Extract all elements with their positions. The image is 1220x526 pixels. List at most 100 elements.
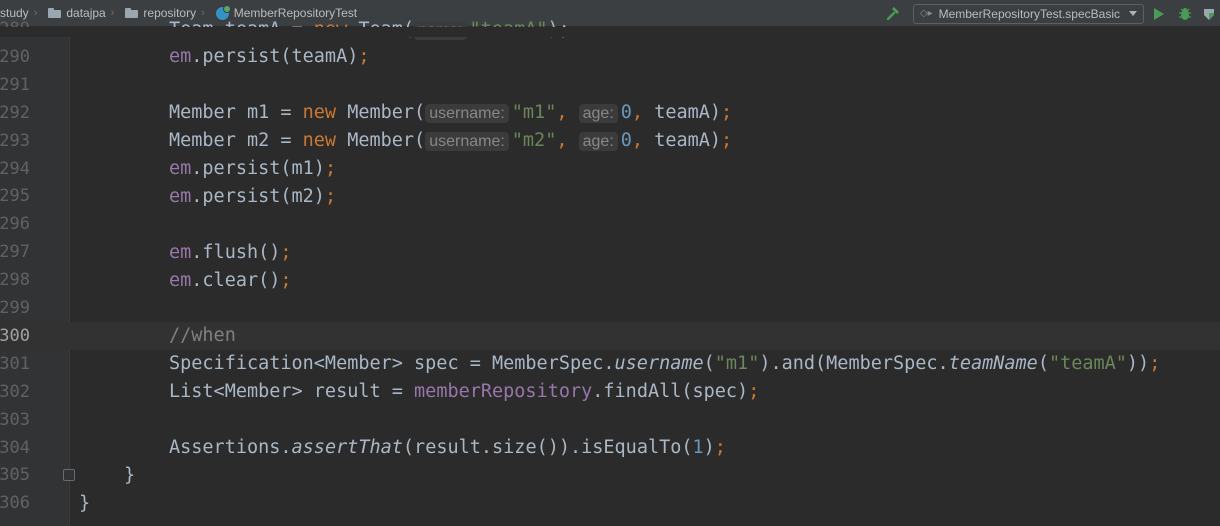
code-token: ; [748,381,760,403]
code-token: 1 [692,437,704,458]
fold-marker-icon[interactable] [63,469,75,482]
code-line[interactable]: 300 //when [0,321,1220,350]
code-token: ; [280,269,292,291]
code-token: } [124,464,136,486]
code-text: Member m2 = new Member(username: "m2", ag… [169,130,732,152]
code-text: Member m1 = new Member(username: "m1", ag… [169,102,733,124]
code-line[interactable]: 294 em.persist(m1); [0,155,1220,183]
code-line[interactable]: 298 em.clear(); [0,266,1220,294]
code-line[interactable]: 291 [0,71,1220,99]
code-line[interactable]: 299 [0,294,1220,322]
line-number: 295 [0,186,30,207]
code-token: memberRepository [414,381,593,403]
code-token: List<Member> result = [169,381,415,403]
code-line[interactable]: 292 Member m1 = new Member(username: "m1",… [0,99,1220,127]
code-token: teamA) [654,102,722,124]
parameter-hint: username: [425,132,509,152]
code-line[interactable]: 293 Member m2 = new Member(username: "m2",… [0,127,1220,155]
code-text: em.persist(m1); [169,158,336,179]
line-number: 298 [0,270,30,291]
code-token: em [169,241,192,263]
code-token: em [169,185,192,207]
code-token: , [556,102,579,124]
code-token: ; [714,437,726,458]
code-token: .persist(m2) [191,185,325,207]
code-line[interactable]: 302 List<Member> result = memberRepositor… [0,378,1220,406]
code-token: "m1" [511,102,557,124]
code-line[interactable]: 296 [0,210,1220,238]
code-token: , [631,130,655,152]
code-token: , [631,102,655,124]
code-line[interactable]: 304 Assertions.assertThat(result.size()).… [0,434,1220,462]
code-text: em.persist(teamA); [169,46,370,67]
line-number: 291 [0,74,30,95]
code-token: Assertions. [169,437,292,458]
code-line[interactable]: 290 em.persist(teamA); [0,43,1220,71]
code-line[interactable]: 301 Specification<Member> spec = MemberSp… [0,350,1220,378]
code-text: Assertions.assertThat(result.size()).isE… [169,437,726,458]
code-token: } [79,492,91,514]
line-number: 292 [0,102,30,123]
code-token: ( [1037,353,1049,375]
code-text: em.persist(m2); [169,186,336,207]
line-number: 306 [0,493,30,514]
line-number: 302 [0,381,30,402]
code-token: ).and(MemberSpec. [759,353,949,375]
parameter-hint: age: [578,104,618,124]
code-token: , [556,130,579,152]
code-line[interactable]: 303 [0,406,1220,434]
line-number: 299 [0,298,30,318]
line-number: 293 [0,130,30,151]
code-token: 0 [620,102,632,124]
code-text: Specification<Member> spec = MemberSpec.… [169,353,1160,374]
code-token: Member m1 = [169,102,303,124]
code-token: Member m2 = [169,130,303,152]
code-line[interactable]: 305} [0,461,1220,489]
code-token: 0 [620,130,632,152]
code-token: teamA) [654,130,722,152]
code-token: .clear() [191,269,281,291]
line-number: 303 [0,409,30,430]
code-token: teamName [948,353,1038,375]
line-number: 290 [0,46,30,67]
line-number: 296 [0,214,30,235]
code-token: .flush() [191,241,281,263]
code-token: )) [1126,353,1150,375]
line-number: 301 [0,353,30,374]
code-token: new [302,130,348,152]
code-token: //when [169,325,236,347]
code-line[interactable]: 295 em.persist(m2); [0,182,1220,210]
code-token: em [169,46,192,68]
code-token: "m1" [714,353,760,375]
code-token: em [169,158,192,179]
code-text: //when [169,325,236,346]
code-token: (result.size()).isEqualTo( [402,437,693,458]
code-token: Member( [347,102,426,124]
code-token: .findAll(spec) [592,381,749,403]
code-editor[interactable]: 289Team teamA = new Team(name:"teamA");2… [0,19,1220,526]
code-text: em.flush(); [169,242,292,263]
code-token: .persist(m1) [191,158,325,179]
code-token: ; [1149,353,1161,375]
line-number: 305 [0,465,30,486]
parameter-hint: username: [425,104,509,124]
code-token: ; [324,158,337,179]
code-token: ; [358,46,370,68]
code-text: List<Member> result = memberRepository.f… [169,381,759,402]
editor-top-edge [0,27,1220,37]
parameter-hint: age: [578,132,618,152]
code-token: username [614,353,704,375]
line-number: 304 [0,437,30,458]
code-token: assertThat [291,437,403,458]
code-token: "teamA" [1048,353,1127,375]
code-token: ( [703,353,715,375]
code-text: em.clear(); [169,270,292,291]
code-token: Specification<Member> spec = MemberSpec. [169,353,615,375]
code-token: ) [703,437,715,458]
code-token: Member( [347,130,426,152]
code-line[interactable]: 297 em.flush(); [0,238,1220,266]
code-token: ; [324,185,337,207]
code-line[interactable]: 306} [0,489,1220,517]
code-token: ; [721,102,733,124]
code-token: new [302,102,348,124]
